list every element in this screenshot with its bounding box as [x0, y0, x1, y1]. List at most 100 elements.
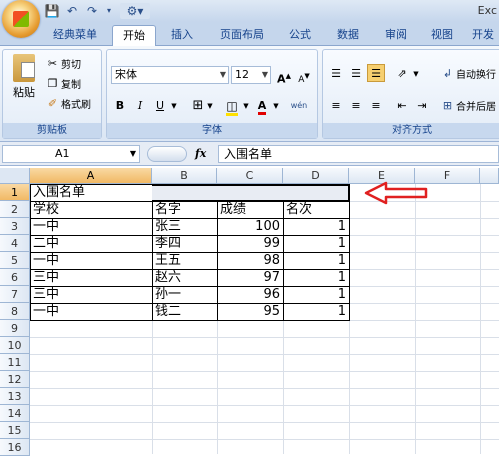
underline-dropdown[interactable]: ▼ — [169, 96, 179, 114]
cell-rank[interactable]: 1 — [284, 235, 348, 252]
row-header-3[interactable]: 3 — [0, 218, 30, 235]
row-header-7[interactable]: 7 — [0, 286, 30, 303]
cell-rank[interactable]: 1 — [284, 269, 348, 286]
row-header-10[interactable]: 10 — [0, 337, 30, 354]
orientation-dropdown[interactable]: ▼ — [411, 64, 421, 82]
cell-score[interactable]: 95 — [218, 303, 282, 320]
cell-a2[interactable]: 学校 — [31, 201, 151, 218]
row-header-13[interactable]: 13 — [0, 388, 30, 405]
cell-rank[interactable]: 1 — [284, 218, 348, 235]
select-all-corner[interactable] — [0, 168, 30, 184]
cell-score[interactable]: 100 — [218, 218, 282, 235]
paste-button[interactable]: 粘贴 — [9, 54, 39, 100]
cell-d2[interactable]: 名次 — [284, 201, 348, 218]
cell-score[interactable]: 96 — [218, 286, 282, 303]
cell-score[interactable]: 97 — [218, 269, 282, 286]
phonetic-button[interactable]: wén — [285, 96, 313, 114]
align-center-icon[interactable]: ≡ — [347, 96, 365, 114]
column-header-g[interactable] — [480, 168, 499, 184]
row-header-11[interactable]: 11 — [0, 354, 30, 371]
row-header-16[interactable]: 16 — [0, 439, 30, 456]
format-painter-button[interactable]: ✐ 格式刷 — [46, 96, 91, 111]
align-left-icon[interactable]: ≡ — [327, 96, 345, 114]
wrap-text-button[interactable]: ↲ 自动换行 — [441, 66, 496, 81]
italic-button[interactable]: I — [131, 96, 149, 114]
row-header-6[interactable]: 6 — [0, 269, 30, 286]
tab-data[interactable]: 数据 — [328, 25, 368, 46]
decrease-indent-icon[interactable]: ⇤ — [393, 96, 411, 114]
column-header-b[interactable]: B — [152, 168, 217, 184]
row-header-9[interactable]: 9 — [0, 320, 30, 337]
cell-rank[interactable]: 1 — [284, 286, 348, 303]
align-right-icon[interactable]: ≡ — [367, 96, 385, 114]
cell-c2[interactable]: 成绩 — [218, 201, 282, 218]
cell-score[interactable]: 98 — [218, 252, 282, 269]
cell-school[interactable]: 一中 — [31, 303, 151, 320]
grow-font-button[interactable]: A▲ — [275, 66, 293, 86]
row-header-14[interactable]: 14 — [0, 405, 30, 422]
cell-rank[interactable]: 1 — [284, 252, 348, 269]
font-size-select[interactable]: 12 ▼ — [231, 66, 271, 84]
cell-a1[interactable]: 入围名单 — [31, 184, 87, 201]
cell-name[interactable]: 赵六 — [153, 269, 216, 286]
cut-button[interactable]: ✂ 剪切 — [46, 56, 81, 71]
tab-formulas[interactable]: 公式 — [280, 25, 320, 46]
tab-view[interactable]: 视图 — [422, 25, 462, 46]
customize-icon[interactable]: ▾ — [104, 3, 114, 19]
tab-developer[interactable]: 开发 — [466, 25, 499, 46]
column-header-c[interactable]: C — [217, 168, 283, 184]
formula-input[interactable]: 入围名单 — [218, 145, 499, 163]
tools-icon[interactable]: ⚙▾ — [120, 3, 150, 19]
row-header-1[interactable]: 1 — [0, 184, 30, 201]
fill-color-icon[interactable]: ◫ — [223, 96, 241, 116]
align-middle-icon[interactable]: ☰ — [347, 64, 365, 82]
cell-score[interactable]: 99 — [218, 235, 282, 252]
merge-center-button[interactable]: ⊞ 合并后居 — [441, 98, 496, 113]
cell-name[interactable]: 钱二 — [153, 303, 216, 320]
tab-page-layout[interactable]: 页面布局 — [210, 25, 274, 46]
row-header-2[interactable]: 2 — [0, 201, 30, 218]
shrink-font-button[interactable]: A▼ — [295, 66, 313, 85]
align-top-icon[interactable]: ☰ — [327, 64, 345, 82]
insert-function-button[interactable]: fx — [195, 145, 206, 163]
cell-name[interactable]: 孙一 — [153, 286, 216, 303]
cell-name[interactable]: 张三 — [153, 218, 216, 235]
orientation-icon[interactable]: ⇗ — [393, 64, 411, 82]
cell-school[interactable]: 二中 — [31, 235, 151, 252]
column-header-a[interactable]: A — [30, 168, 152, 184]
tab-classic-menu[interactable]: 经典菜单 — [44, 25, 106, 46]
undo-icon[interactable]: ↶ — [64, 3, 80, 19]
name-box[interactable]: A1 ▼ — [2, 145, 140, 163]
redo-icon[interactable]: ↷ — [84, 3, 100, 19]
tab-review[interactable]: 审阅 — [376, 25, 416, 46]
formula-cancel-enter[interactable] — [147, 146, 187, 162]
tab-insert[interactable]: 插入 — [162, 25, 202, 46]
increase-indent-icon[interactable]: ⇥ — [413, 96, 431, 114]
underline-button[interactable]: U — [151, 96, 169, 114]
row-header-8[interactable]: 8 — [0, 303, 30, 320]
row-header-4[interactable]: 4 — [0, 235, 30, 252]
border-dropdown[interactable]: ▼ — [205, 96, 215, 114]
copy-button[interactable]: ❐ 复制 — [46, 76, 81, 91]
font-color-button[interactable]: A — [253, 96, 271, 115]
cell-b2[interactable]: 名字 — [153, 201, 216, 218]
cell-school[interactable]: 三中 — [31, 269, 151, 286]
cell-school[interactable]: 一中 — [31, 252, 151, 269]
cell-rank[interactable]: 1 — [284, 303, 348, 320]
row-header-12[interactable]: 12 — [0, 371, 30, 388]
align-bottom-icon[interactable]: ☰ — [367, 64, 385, 82]
cell-school[interactable]: 一中 — [31, 218, 151, 235]
fill-color-dropdown[interactable]: ▼ — [241, 96, 251, 114]
column-header-d[interactable]: D — [283, 168, 349, 184]
office-button[interactable] — [2, 0, 40, 38]
cell-name[interactable]: 王五 — [153, 252, 216, 269]
save-icon[interactable]: 💾 — [44, 3, 60, 19]
tab-home[interactable]: 开始 — [112, 25, 156, 46]
bold-button[interactable]: B — [111, 96, 129, 114]
cell-school[interactable]: 三中 — [31, 286, 151, 303]
font-name-select[interactable]: 宋体 ▼ — [111, 66, 229, 84]
row-header-5[interactable]: 5 — [0, 252, 30, 269]
cell-name[interactable]: 李四 — [153, 235, 216, 252]
font-color-dropdown[interactable]: ▼ — [271, 96, 281, 114]
row-header-15[interactable]: 15 — [0, 422, 30, 439]
